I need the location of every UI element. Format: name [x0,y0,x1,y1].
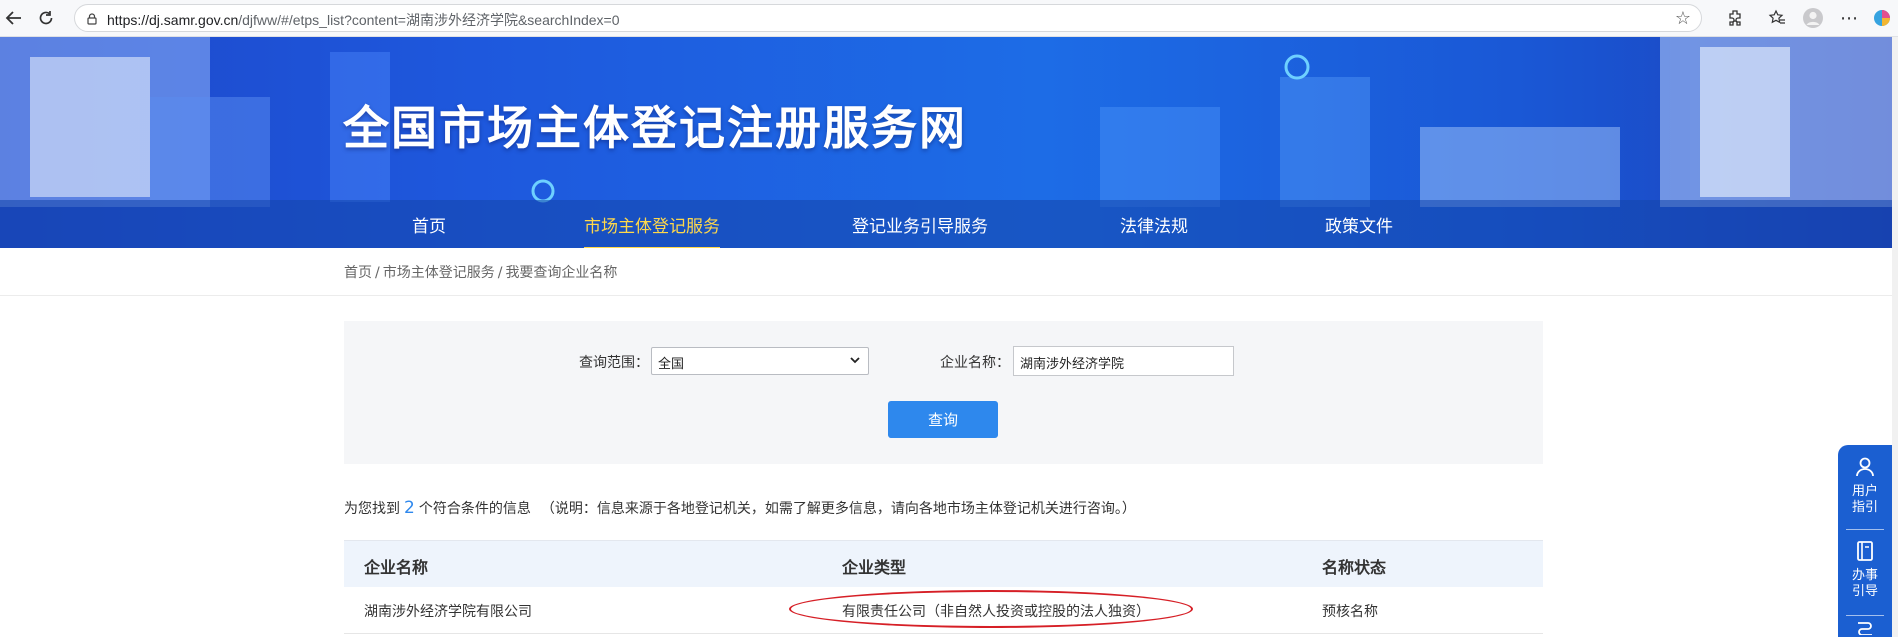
site-banner: 全国市场主体登记注册服务网 首页 市场主体登记服务 登记业务引导服务 法律法规 … [0,37,1892,248]
cell-name-status: 预核名称 [1322,604,1378,620]
breadcrumb: 首页 / 市场主体登记服务 / 我要查询企业名称 [344,262,617,282]
nav-item-guidance-service[interactable]: 登记业务引导服务 [852,212,988,237]
main-nav: 首页 市场主体登记服务 登记业务引导服务 法律法规 政策文件 [0,200,1892,248]
float-item-user-guide[interactable]: 用户 指引 [1838,455,1892,516]
company-name-label: 企业名称： [940,355,1010,371]
banner-ring-icon [1284,54,1310,80]
breadcrumb-home[interactable]: 首页 [344,265,372,281]
breadcrumb-separator: / [375,265,380,281]
page-scrollbar[interactable] [1892,37,1898,637]
scope-select[interactable]: 全国 [651,347,869,375]
result-note: （说明：信息来源于各地登记机关，如需了解更多信息，请向各地市场主体登记机关进行咨… [540,501,1136,517]
cell-company-name[interactable]: 湖南涉外经济学院有限公司 [364,601,532,621]
column-header-name-status: 名称状态 [1322,558,1387,577]
book-icon [1857,541,1873,561]
banner-building-right [1420,127,1620,207]
float-item-user-guide-line1: 用户 [1851,484,1878,499]
float-divider [1846,615,1884,616]
site-info-icon[interactable] [85,11,99,30]
result-count: 2 [404,498,415,518]
address-bar[interactable]: https://dj.samr.gov.cn/djfww/#/etps_list… [74,4,1702,32]
banner-building-right-3 [1700,47,1790,197]
breadcrumb-registration-service[interactable]: 市场主体登记服务 [383,265,495,281]
table-row[interactable]: 湖南涉外经济学院有限公司 有限责任公司（非自然人投资或控股的法人独资） 预核名称 [344,588,1543,634]
banner-building-mid-2 [1280,77,1370,207]
float-item-more[interactable] [1838,621,1892,640]
more-menu-icon[interactable]: ⋯ [1836,6,1862,30]
extensions-icon[interactable] [1722,6,1748,30]
column-header-company-type: 企业类型 [842,558,907,577]
result-summary: 为您找到 2 个符合条件的信息 （说明：信息来源于各地登记机关，如需了解更多信息，请向… [344,498,1136,518]
float-panel: 用户 指引 办事 引导 [1838,445,1892,637]
user-icon [1856,457,1874,477]
browser-toolbar: https://dj.samr.gov.cn/djfww/#/etps_list… [0,0,1898,37]
banner-building-mid [1100,107,1220,207]
chevron-down-icon [849,353,861,371]
cell-company-type: 有限责任公司（非自然人投资或控股的法人独资） [842,604,1150,620]
table-header: 企业名称 企业类型 名称状态 [344,541,1543,587]
results-table: 企业名称 企业类型 名称状态 湖南涉外经济学院有限公司 有限责任公司（非自然人投… [344,540,1543,638]
reload-icon[interactable] [34,6,58,30]
search-panel: 查询范围： 全国 企业名称： 湖南涉外经济学院 查询 [344,321,1543,464]
float-item-user-guide-line2: 指引 [1851,500,1878,515]
float-item-service-guide[interactable]: 办事 引导 [1838,539,1892,600]
banner-building-left-3 [150,97,270,207]
nav-item-laws[interactable]: 法律法规 [1120,212,1188,237]
address-url: https://dj.samr.gov.cn/djfww/#/etps_list… [107,12,620,28]
result-prefix: 为您找到 [344,501,400,517]
copilot-icon[interactable] [1872,6,1892,30]
float-divider [1846,529,1884,530]
favorites-icon[interactable] [1764,6,1790,30]
scope-select-value: 全国 [658,357,685,372]
banner-building-left-2 [30,57,150,197]
nav-item-policy[interactable]: 政策文件 [1325,212,1393,237]
column-header-company-name: 企业名称 [364,558,429,577]
breadcrumb-separator: / [497,265,503,281]
nav-item-home[interactable]: 首页 [412,212,446,237]
scope-label: 查询范围： [579,355,649,371]
float-item-service-guide-line2: 引导 [1851,584,1878,599]
bookmark-star-icon[interactable]: ☆ [1675,8,1691,29]
result-suffix: 个符合条件的信息 [418,501,531,517]
site-title: 全国市场主体登记注册服务网 [343,101,967,155]
breadcrumb-current: 我要查询企业名称 [505,265,618,281]
route-icon [1858,622,1872,636]
nav-item-registration-service[interactable]: 市场主体登记服务 [584,212,720,248]
company-name-input[interactable]: 湖南涉外经济学院 [1013,346,1234,376]
float-item-service-guide-line1: 办事 [1851,568,1878,583]
profile-avatar-icon[interactable] [1800,6,1826,30]
search-button[interactable]: 查询 [888,401,998,438]
back-icon[interactable] [2,6,26,30]
breadcrumb-divider [0,295,1892,296]
